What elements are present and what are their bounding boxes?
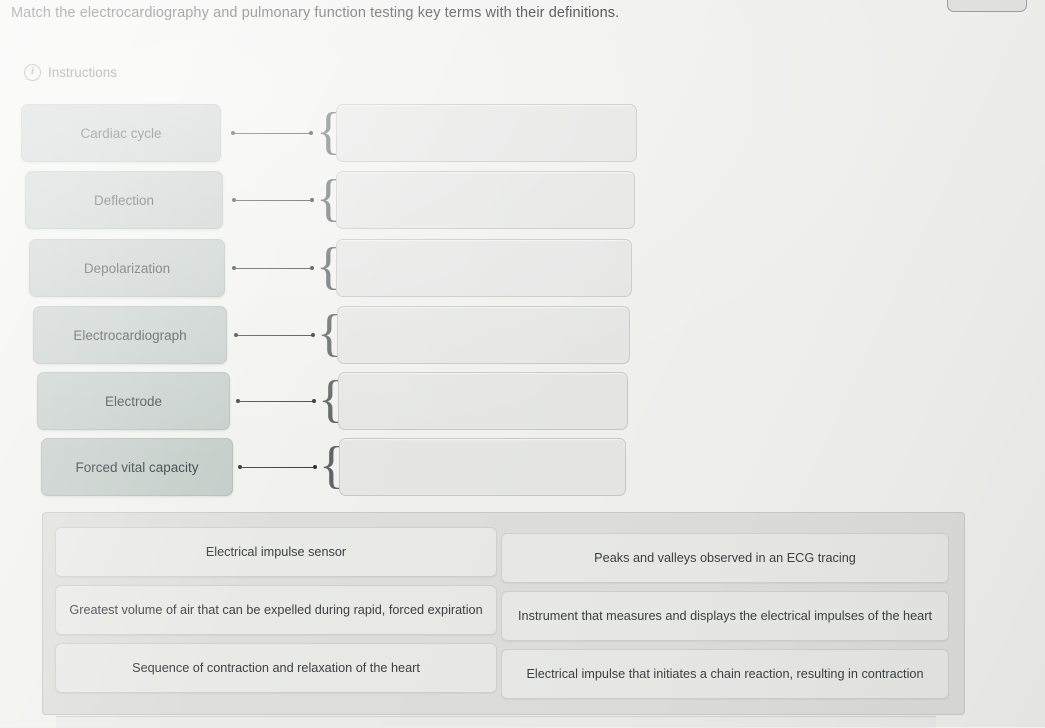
term-box[interactable]: Deflection [25, 171, 223, 229]
answer-drop-zone[interactable] [336, 171, 635, 229]
match-row: Electrode { [0, 372, 1045, 430]
connector-dot-right [312, 464, 317, 469]
match-connector [234, 332, 315, 337]
connector-dot-right [311, 398, 316, 403]
connector-dot-right [309, 197, 314, 202]
match-connector [238, 464, 317, 469]
answer-drop-zone[interactable] [337, 306, 630, 364]
bank-item[interactable]: Greatest volume of air that can be expel… [55, 585, 497, 635]
answer-drop-zone[interactable] [339, 438, 626, 496]
connector-line [237, 334, 312, 336]
connector-line [234, 132, 310, 134]
connector-line [235, 267, 311, 269]
sheet-bottom-edge [56, 716, 936, 728]
bank-item[interactable]: Peaks and valleys observed in an ECG tra… [501, 533, 949, 583]
question-prompt: Match the electrocardiography and pulmon… [11, 5, 620, 21]
term-box[interactable]: Forced vital capacity [41, 438, 233, 496]
bank-item[interactable]: Sequence of contraction and relaxation o… [55, 643, 497, 693]
connector-dot-right [310, 332, 315, 337]
term-box[interactable]: Electrode [37, 372, 230, 430]
match-connector [236, 398, 316, 403]
connector-line [241, 466, 314, 468]
answer-drop-zone[interactable] [336, 239, 632, 297]
connector-dot-right [309, 265, 314, 270]
connector-line [235, 199, 311, 201]
match-connector [232, 197, 314, 202]
answer-drop-zone[interactable] [336, 104, 637, 162]
term-box[interactable]: Cardiac cycle [21, 104, 221, 162]
connector-dot-right [308, 130, 313, 135]
match-connector [231, 130, 313, 135]
term-box[interactable]: Electrocardiograph [33, 306, 227, 364]
instructions-link[interactable]: i Instructions [24, 64, 117, 81]
match-row: Deflection { [0, 171, 1045, 229]
match-row: Cardiac cycle { [0, 104, 1045, 162]
bank-item[interactable]: Electrical impulse sensor [55, 527, 497, 577]
matching-area: Cardiac cycle { Deflection { Depolarizat… [0, 104, 1045, 504]
answer-drop-zone[interactable] [338, 372, 628, 430]
info-circle-icon: i [24, 64, 41, 81]
match-row: Electrocardiograph { [0, 306, 1045, 364]
bank-item[interactable]: Instrument that measures and displays th… [501, 591, 949, 641]
connector-line [239, 400, 313, 402]
match-row: Forced vital capacity { [0, 438, 1045, 496]
answer-bank-panel: Electrical impulse sensor Peaks and vall… [42, 512, 965, 715]
term-box[interactable]: Depolarization [29, 239, 225, 297]
match-connector [232, 265, 314, 270]
match-row: Depolarization { [0, 239, 1045, 297]
bank-item[interactable]: Electrical impulse that initiates a chai… [501, 649, 949, 699]
cropped-toolbar-control[interactable] [947, 0, 1027, 12]
instructions-label: Instructions [48, 65, 118, 80]
